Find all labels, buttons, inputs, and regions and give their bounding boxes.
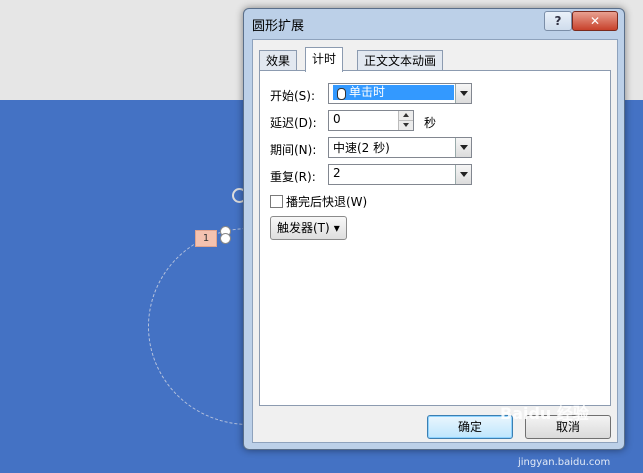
- delay-value: 0: [333, 112, 341, 126]
- trigger-label: 触发器(T): [277, 221, 330, 235]
- chevron-down-icon[interactable]: [455, 138, 471, 157]
- caret-down-icon: ▾: [333, 221, 340, 235]
- duration-label: 期间(N):: [270, 143, 317, 157]
- chevron-down-icon[interactable]: [455, 165, 471, 184]
- dialog-client: 效果 计时 正文文本动画 开始(S): 单击时 延迟(D): 0 秒 期间(N)…: [252, 39, 618, 443]
- help-button[interactable]: ?: [544, 11, 572, 31]
- tab-text-animation[interactable]: 正文文本动画: [357, 50, 444, 71]
- start-select[interactable]: 单击时: [328, 83, 472, 104]
- chevron-down-icon[interactable]: [455, 84, 471, 103]
- repeat-value: 2: [333, 166, 341, 180]
- trigger-button[interactable]: 触发器(T) ▾: [270, 216, 347, 240]
- repeat-select[interactable]: 2: [328, 164, 472, 185]
- delay-label: 延迟(D):: [270, 116, 317, 130]
- mouse-icon: [337, 88, 346, 100]
- start-label: 开始(S):: [270, 89, 316, 103]
- delay-spinner[interactable]: 0: [328, 110, 414, 131]
- tab-timing[interactable]: 计时: [305, 47, 344, 72]
- rewind-label: 播完后快退(W): [286, 195, 368, 209]
- repeat-label: 重复(R):: [270, 170, 316, 184]
- watermark-logo: Baidu 经验: [500, 404, 589, 423]
- rewind-checkbox[interactable]: [270, 195, 283, 208]
- duration-select[interactable]: 中速(2 秒): [328, 137, 472, 158]
- spin-down-icon[interactable]: [398, 121, 413, 130]
- resize-handle[interactable]: [220, 233, 231, 244]
- timing-panel: 开始(S): 单击时 延迟(D): 0 秒 期间(N): 中速(2 秒) 重复(…: [259, 70, 611, 406]
- spin-up-icon[interactable]: [398, 111, 413, 121]
- dialog-title: 圆形扩展: [252, 19, 305, 34]
- watermark-url: jingyan.baidu.com: [518, 457, 611, 468]
- start-value: 单击时: [333, 85, 454, 100]
- delay-unit: 秒: [424, 116, 437, 130]
- animation-order-tag[interactable]: 1: [195, 230, 217, 247]
- duration-value: 中速(2 秒): [333, 141, 390, 155]
- animation-dialog: 圆形扩展 ? ✕ 效果 计时 正文文本动画 开始(S): 单击时 延迟(D): …: [243, 8, 625, 450]
- tab-effect[interactable]: 效果: [259, 50, 298, 71]
- close-button[interactable]: ✕: [572, 11, 618, 31]
